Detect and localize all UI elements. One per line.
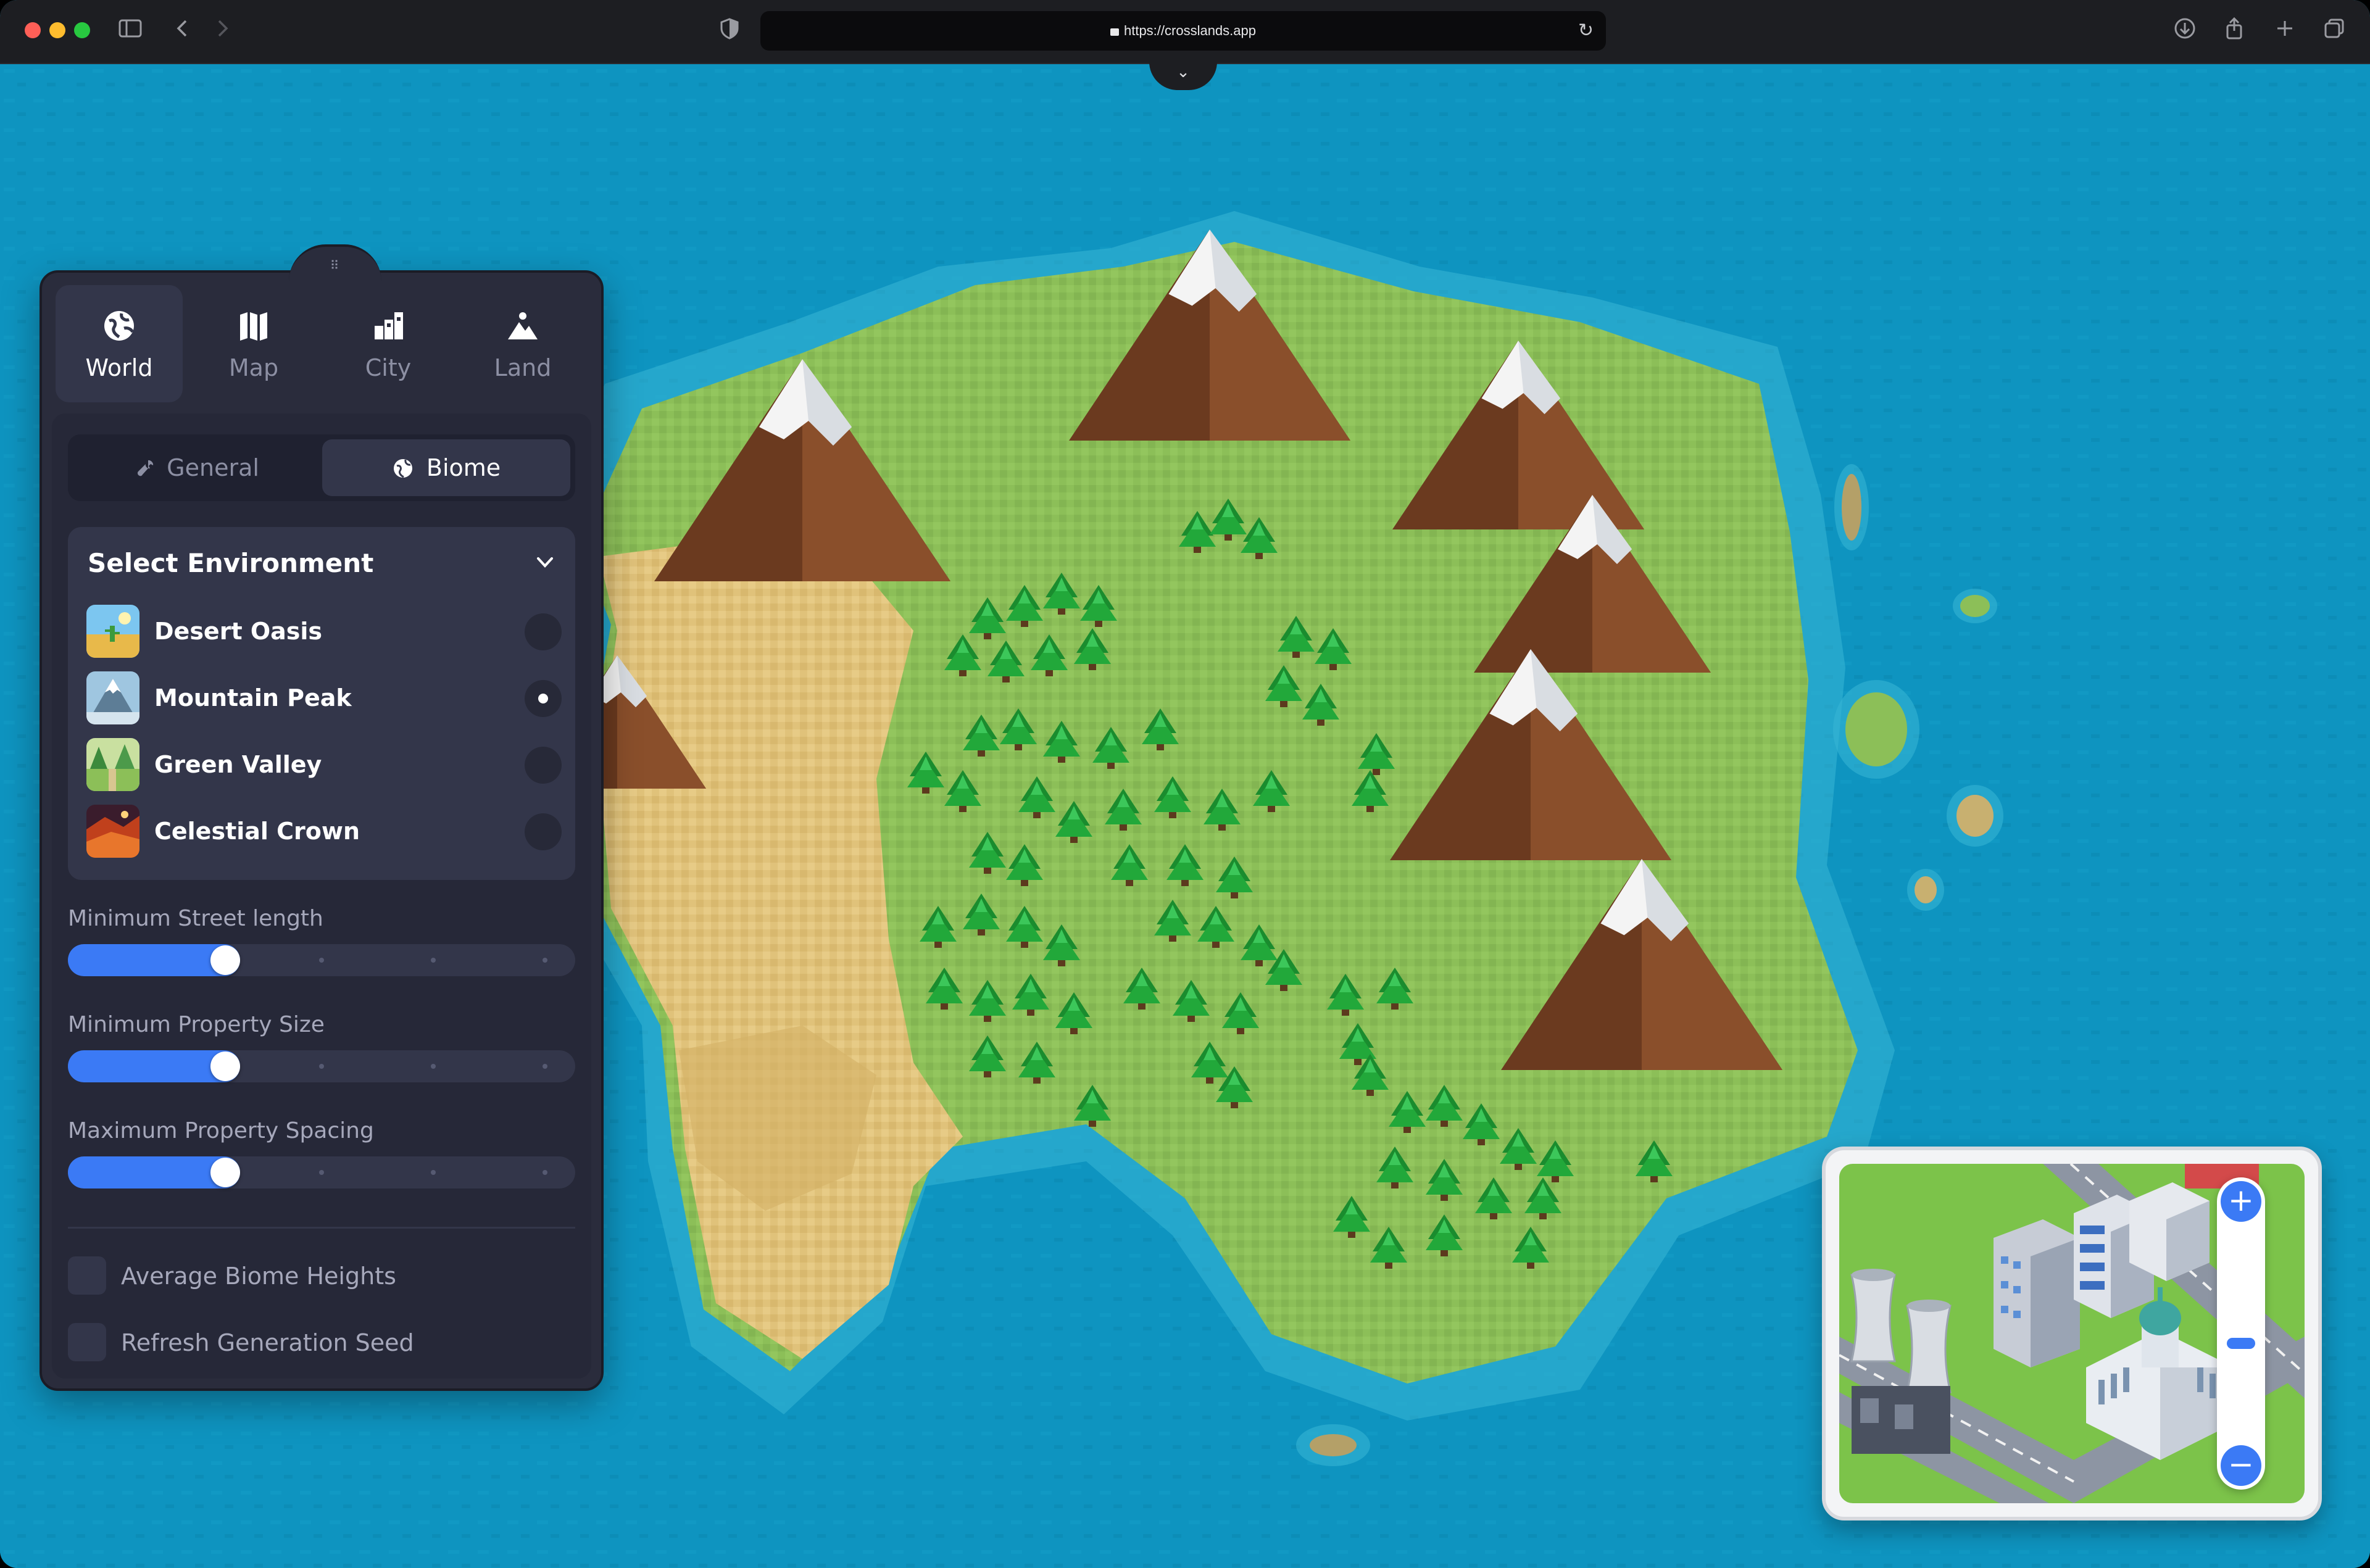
mode-world-label: World	[85, 354, 153, 381]
environment-option-label: Green Valley	[154, 751, 322, 778]
lock-icon	[1110, 28, 1119, 36]
browser-toolbar: https://crosslands.app ↻	[0, 0, 2370, 64]
zoom-out-button[interactable]: −	[2221, 1445, 2261, 1486]
address-bar[interactable]: https://crosslands.app ↻	[760, 11, 1606, 51]
maximize-window-button[interactable]	[74, 22, 90, 38]
refresh-generation-seed-label: Refresh Generation Seed	[121, 1329, 414, 1356]
city-preview-minimap[interactable]: + −	[1822, 1147, 2322, 1520]
environment-radio[interactable]	[525, 613, 562, 650]
environment-option-green-valley[interactable]: Green Valley	[86, 738, 562, 794]
tab-biome-label: Biome	[426, 454, 501, 481]
min-street-length-slider[interactable]	[68, 944, 575, 976]
minimize-window-button[interactable]	[49, 22, 65, 38]
slider-knob[interactable]	[210, 945, 240, 975]
browser-window: https://crosslands.app ↻ ⌄ ⠿ World Map C…	[0, 0, 2370, 1568]
mode-map-button[interactable]: Map	[190, 285, 317, 402]
tab-general-label: General	[167, 454, 259, 481]
refresh-generation-seed-checkbox[interactable]	[68, 1323, 106, 1361]
celestial-crown-thumbnail	[86, 805, 139, 858]
slider-tick	[542, 1170, 547, 1175]
forward-icon[interactable]	[211, 16, 233, 44]
landscape-icon	[459, 307, 586, 344]
privacy-shield-icon[interactable]	[717, 16, 742, 44]
environment-option-celestial-crown[interactable]: Celestial Crown	[86, 805, 562, 860]
environment-selector-title: Select Environment	[88, 548, 374, 578]
downloads-icon[interactable]	[2171, 16, 2198, 44]
environment-radio-selected[interactable]	[525, 680, 562, 717]
mode-world-button[interactable]: World	[56, 285, 183, 402]
max-property-spacing-slider[interactable]	[68, 1156, 575, 1188]
map-icon	[190, 307, 317, 344]
environment-option-label: Mountain Peak	[154, 684, 352, 711]
city-icon	[325, 307, 452, 344]
chevron-down-icon[interactable]	[533, 550, 557, 574]
tab-biome[interactable]: Biome	[322, 439, 570, 496]
world-settings-panel: ⠿ World Map City Land General Biome Sele…	[40, 244, 604, 1391]
slider-tick	[319, 1064, 324, 1069]
environment-radio[interactable]	[525, 747, 562, 784]
section-divider	[68, 1227, 575, 1229]
average-biome-heights-option[interactable]: Average Biome Heights	[68, 1256, 575, 1296]
drag-handle-icon: ⠿	[330, 258, 341, 273]
slider-tick	[319, 1170, 324, 1175]
slider-tick	[430, 1170, 436, 1175]
url-text: https://crosslands.app	[1123, 23, 1256, 38]
average-biome-heights-checkbox[interactable]	[68, 1256, 106, 1295]
slider-tick	[542, 958, 547, 963]
reload-icon[interactable]: ↻	[1578, 11, 1594, 51]
environment-option-label: Celestial Crown	[154, 818, 360, 845]
desert-oasis-thumbnail	[86, 605, 139, 658]
share-icon[interactable]	[2221, 16, 2248, 44]
zoom-in-button[interactable]: +	[2221, 1181, 2261, 1222]
min-property-size-slider[interactable]	[68, 1050, 575, 1082]
environment-selector: Select Environment Desert Oasis Mountain…	[68, 527, 575, 880]
zoom-control[interactable]: + −	[2217, 1177, 2265, 1490]
max-property-spacing-label: Maximum Property Spacing	[68, 1118, 374, 1143]
green-valley-thumbnail	[86, 738, 139, 791]
slider-tick	[542, 1064, 547, 1069]
slider-tick	[430, 958, 436, 963]
mountain-peak-thumbnail	[86, 671, 139, 724]
environment-radio[interactable]	[525, 813, 562, 850]
mode-switcher: World Map City Land	[56, 285, 588, 402]
globe-icon	[56, 307, 183, 344]
environment-option-desert-oasis[interactable]: Desert Oasis	[86, 605, 562, 660]
mode-city-button[interactable]: City	[325, 285, 452, 402]
settings-tab-bar: General Biome	[68, 434, 575, 501]
close-window-button[interactable]	[25, 22, 41, 38]
min-street-length-label: Minimum Street length	[68, 906, 323, 931]
tab-overview-icon[interactable]	[2321, 16, 2348, 44]
min-property-size-label: Minimum Property Size	[68, 1012, 325, 1037]
mode-land-label: Land	[494, 354, 552, 381]
mode-land-button[interactable]: Land	[459, 285, 586, 402]
mode-map-label: Map	[228, 354, 279, 381]
environment-option-label: Desert Oasis	[154, 618, 323, 645]
average-biome-heights-label: Average Biome Heights	[121, 1263, 396, 1290]
refresh-generation-seed-option[interactable]: Refresh Generation Seed	[68, 1323, 575, 1363]
tab-general[interactable]: General	[73, 439, 321, 496]
zoom-slider-thumb[interactable]	[2227, 1338, 2255, 1350]
mode-city-label: City	[365, 354, 412, 381]
slider-tick	[430, 1064, 436, 1069]
slider-tick	[319, 958, 324, 963]
environment-option-mountain-peak[interactable]: Mountain Peak	[86, 671, 562, 727]
sidebar-toggle-icon[interactable]	[116, 16, 144, 44]
slider-knob[interactable]	[210, 1052, 240, 1081]
slider-knob[interactable]	[210, 1158, 240, 1187]
new-tab-icon[interactable]	[2271, 16, 2298, 44]
globe-icon	[392, 454, 426, 481]
panel-body: General Biome Select Environment Desert …	[52, 413, 591, 1379]
wrench-icon	[135, 454, 167, 481]
back-icon[interactable]	[172, 16, 194, 44]
